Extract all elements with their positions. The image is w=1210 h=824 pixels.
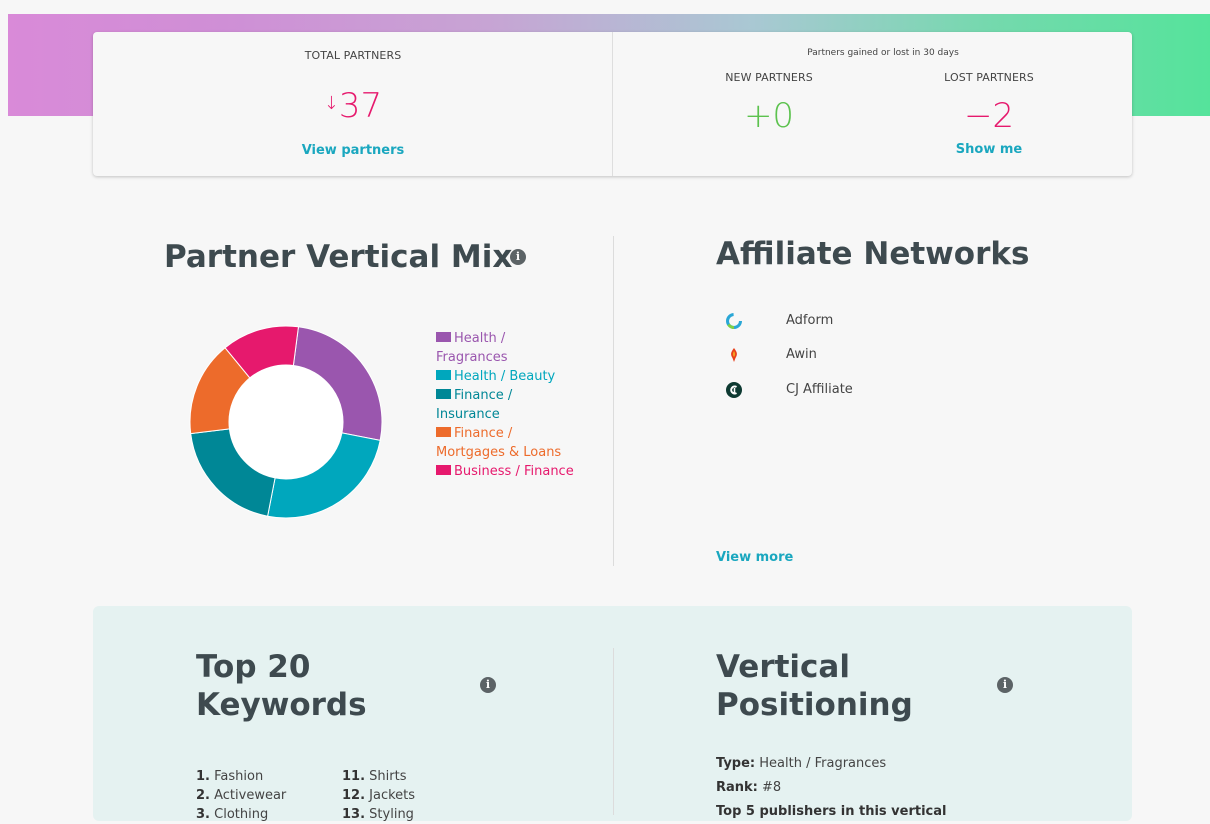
vertical-mix-title: Partner Vertical Mix bbox=[164, 239, 513, 275]
down-arrow-icon: ↓ bbox=[323, 93, 339, 114]
info-icon[interactable]: i bbox=[997, 677, 1013, 693]
vertical-mix-legend: Health / Fragrances Health / Beauty Financ… bbox=[436, 329, 576, 481]
lost-partners-label: LOST PARTNERS bbox=[944, 71, 1034, 84]
adform-ring-icon bbox=[726, 313, 742, 330]
positioning-rank: Rank: #8 bbox=[716, 780, 782, 795]
lost-partners-value: −2 bbox=[963, 96, 1015, 136]
legend-label: Business / Finance bbox=[454, 464, 574, 479]
info-icon[interactable]: i bbox=[480, 677, 496, 693]
show-me-link[interactable]: Show me bbox=[889, 142, 1089, 157]
positioning-top-publishers: Top 5 publishers in this vertical bbox=[716, 804, 947, 819]
cj-affiliate-icon bbox=[726, 382, 742, 398]
top-keywords-title-line2: Keywords bbox=[196, 687, 367, 723]
total-partners-number: 37 bbox=[338, 86, 383, 126]
view-partners-link[interactable]: View partners bbox=[253, 143, 453, 158]
top-keywords-title: Top 20 Keywords bbox=[196, 648, 367, 724]
top-keywords-title-line1: Top 20 bbox=[196, 649, 311, 685]
legend-swatch bbox=[436, 389, 451, 399]
legend-swatch bbox=[436, 465, 451, 475]
legend-swatch bbox=[436, 427, 451, 437]
network-name: Awin bbox=[786, 347, 817, 362]
legend-item-1[interactable]: Health / Beauty bbox=[436, 367, 576, 386]
new-partners-value: +0 bbox=[743, 96, 795, 136]
legend-label: Health / Beauty bbox=[454, 369, 556, 384]
keywords-column-1: 1. Fashion 2. Activewear 3. Clothing bbox=[196, 767, 286, 824]
new-partners-label: NEW PARTNERS bbox=[725, 71, 813, 84]
view-more-networks-link[interactable]: View more bbox=[716, 550, 793, 565]
keyword-item: 12. Jackets bbox=[342, 788, 416, 803]
legend-swatch bbox=[436, 370, 451, 380]
vertical-mix-donut-chart bbox=[189, 325, 383, 519]
legend-item-0[interactable]: Health / Fragrances bbox=[436, 329, 576, 367]
stats-divider bbox=[612, 32, 613, 176]
affiliate-networks-title: Affiliate Networks bbox=[716, 236, 1030, 272]
network-name: Adform bbox=[786, 313, 834, 328]
vertical-positioning-title: Vertical Positioning bbox=[716, 648, 913, 724]
period-caption: Partners gained or lost in 30 days bbox=[807, 48, 959, 58]
info-icon[interactable]: i bbox=[510, 249, 526, 265]
legend-item-3[interactable]: Finance / Mortgages & Loans bbox=[436, 424, 576, 462]
total-partners-label: TOTAL PARTNERS bbox=[304, 49, 402, 62]
awin-flame-icon bbox=[731, 348, 737, 362]
legend-item-2[interactable]: Finance / Insurance bbox=[436, 386, 576, 424]
positioning-type: Type: Health / Fragrances bbox=[716, 756, 887, 771]
legend-item-4[interactable]: Business / Finance bbox=[436, 462, 576, 481]
total-partners-value: ↓37 bbox=[253, 84, 453, 126]
donut-hole bbox=[229, 365, 343, 479]
legend-swatch bbox=[436, 332, 451, 342]
keyword-item: 11. Shirts bbox=[342, 769, 407, 784]
section-divider bbox=[613, 236, 614, 566]
keywords-column-2: 11. Shirts 12. Jackets 13. Styling bbox=[342, 767, 415, 824]
legend-label: Finance / Mortgages & Loans bbox=[436, 426, 562, 460]
vertical-positioning-title-line2: Positioning bbox=[716, 687, 913, 723]
keyword-item: 1. Fashion bbox=[196, 769, 264, 784]
partner-stats-card: TOTAL PARTNERS ↓37 View partners Partner… bbox=[93, 32, 1132, 176]
vertical-positioning-title-line1: Vertical bbox=[716, 649, 850, 685]
keyword-item: 2. Activewear bbox=[196, 788, 287, 803]
network-name: CJ Affiliate bbox=[786, 382, 853, 397]
section-divider bbox=[613, 648, 614, 815]
